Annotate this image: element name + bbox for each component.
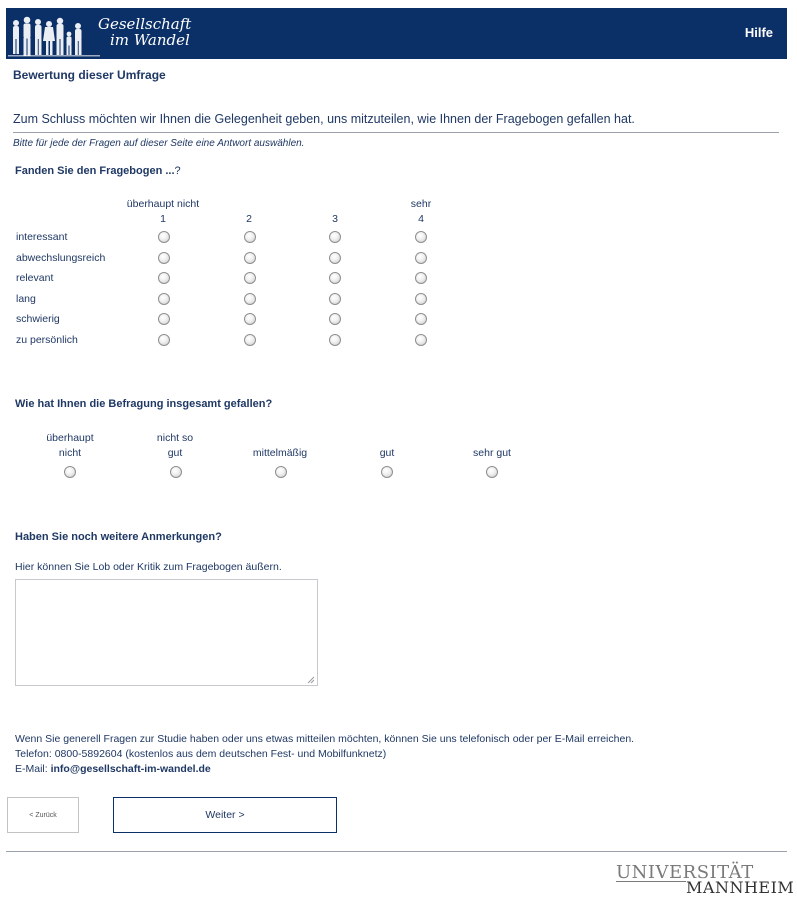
- radio-interessant-3[interactable]: [329, 231, 341, 243]
- section-title: Bewertung dieser Umfrage: [13, 68, 166, 82]
- overall-option-1-line1: überhaupt: [46, 432, 94, 444]
- question-1-title-tail: ?: [174, 165, 181, 177]
- contact-phone: Telefon: 0800-5892604 (kostenlos aus dem…: [15, 748, 387, 760]
- resize-grip-icon[interactable]: [305, 674, 315, 684]
- radio-abwechslungsreich-3[interactable]: [329, 252, 341, 264]
- radio-lang-2[interactable]: [244, 293, 256, 305]
- radio-lang-3[interactable]: [329, 293, 341, 305]
- radio-lang-1[interactable]: [158, 293, 170, 305]
- back-button[interactable]: < Zurück: [7, 797, 79, 833]
- matrix-row-label: relevant: [16, 272, 54, 284]
- next-button[interactable]: Weiter >: [113, 797, 337, 833]
- university-logo-line-2: MANNHEIM: [686, 878, 795, 897]
- overall-option-4-label: gut: [379, 447, 395, 459]
- radio-interessant-2[interactable]: [244, 231, 256, 243]
- matrix-row-label: zu persönlich: [16, 334, 78, 346]
- radio-lang-4[interactable]: [415, 293, 427, 305]
- radio-schwierig-4[interactable]: [415, 313, 427, 325]
- contact-email-line: E-Mail: info@gesellschaft-im-wandel.de: [15, 763, 211, 775]
- radio-relevant-2[interactable]: [244, 272, 256, 284]
- logo-line-1: Gesellschaft: [98, 15, 192, 33]
- radio-interessant-4[interactable]: [415, 231, 427, 243]
- radio-interessant-1[interactable]: [158, 231, 170, 243]
- radio-abwechslungsreich-4[interactable]: [415, 252, 427, 264]
- question-2-title: Wie hat Ihnen die Befragung insgesamt ge…: [15, 398, 273, 410]
- radio-overall-1[interactable]: [64, 466, 76, 478]
- help-link[interactable]: Hilfe: [745, 25, 773, 40]
- matrix-row-label: lang: [16, 293, 36, 305]
- people-silhouette-logo-icon: [8, 16, 100, 57]
- radio-relevant-3[interactable]: [329, 272, 341, 284]
- scale-col-2: 2: [246, 213, 252, 225]
- radio-schwierig-3[interactable]: [329, 313, 341, 325]
- scale-label-low: überhaupt nicht: [126, 198, 200, 210]
- contact-info-text: Wenn Sie generell Fragen zur Studie habe…: [15, 733, 635, 745]
- matrix-row-label: schwierig: [16, 313, 60, 325]
- radio-relevant-1[interactable]: [158, 272, 170, 284]
- scale-col-4: 4: [418, 213, 424, 225]
- radio-abwechslungsreich-1[interactable]: [158, 252, 170, 264]
- overall-option-3-label: mittelmäßig: [252, 447, 308, 459]
- overall-option-2-line2: gut: [167, 447, 183, 459]
- radio-abwechslungsreich-2[interactable]: [244, 252, 256, 264]
- radio-overall-5[interactable]: [486, 466, 498, 478]
- contact-email-label: E-Mail:: [15, 763, 51, 775]
- question-1-title-text: Fanden Sie den Fragebogen ...: [15, 165, 175, 177]
- overall-option-1-line2: nicht: [58, 447, 82, 459]
- question-1-title: Fanden Sie den Fragebogen ...?: [15, 165, 181, 177]
- university-logo-rule: [616, 881, 686, 882]
- header-bar: Gesellschaft im Wandel Hilfe: [6, 8, 787, 59]
- radio-zu-persoenlich-4[interactable]: [415, 334, 427, 346]
- scale-col-3: 3: [332, 213, 338, 225]
- question-3-title: Haben Sie noch weitere Anmerkungen?: [15, 531, 222, 543]
- matrix-row-label: interessant: [16, 231, 68, 243]
- footer-divider: [6, 851, 787, 852]
- logo-wordmark: Gesellschaft im Wandel: [98, 16, 191, 48]
- divider: [13, 132, 779, 133]
- radio-zu-persoenlich-3[interactable]: [329, 334, 341, 346]
- radio-overall-4[interactable]: [381, 466, 393, 478]
- comment-prompt: Hier können Sie Lob oder Kritik zum Frag…: [15, 561, 282, 573]
- logo-line-2: im Wandel: [110, 31, 190, 49]
- radio-zu-persoenlich-2[interactable]: [244, 334, 256, 346]
- intro-text: Zum Schluss möchten wir Ihnen die Gelege…: [13, 112, 635, 126]
- radio-overall-3[interactable]: [275, 466, 287, 478]
- scale-label-high: sehr: [410, 198, 432, 210]
- radio-schwierig-1[interactable]: [158, 313, 170, 325]
- matrix-row-label: abwechslungsreich: [16, 252, 106, 264]
- radio-overall-2[interactable]: [170, 466, 182, 478]
- overall-option-5-label: sehr gut: [473, 447, 511, 459]
- instruction-hint: Bitte für jede der Fragen auf dieser Sei…: [13, 138, 305, 149]
- comment-textarea[interactable]: [15, 579, 318, 686]
- radio-relevant-4[interactable]: [415, 272, 427, 284]
- radio-zu-persoenlich-1[interactable]: [158, 334, 170, 346]
- scale-col-1: 1: [160, 213, 166, 225]
- radio-schwierig-2[interactable]: [244, 313, 256, 325]
- overall-option-2-line1: nicht so: [156, 432, 194, 444]
- university-logo: UNIVERSITÄT MANNHEIM: [614, 862, 794, 897]
- contact-email-link[interactable]: info@gesellschaft-im-wandel.de: [51, 763, 211, 775]
